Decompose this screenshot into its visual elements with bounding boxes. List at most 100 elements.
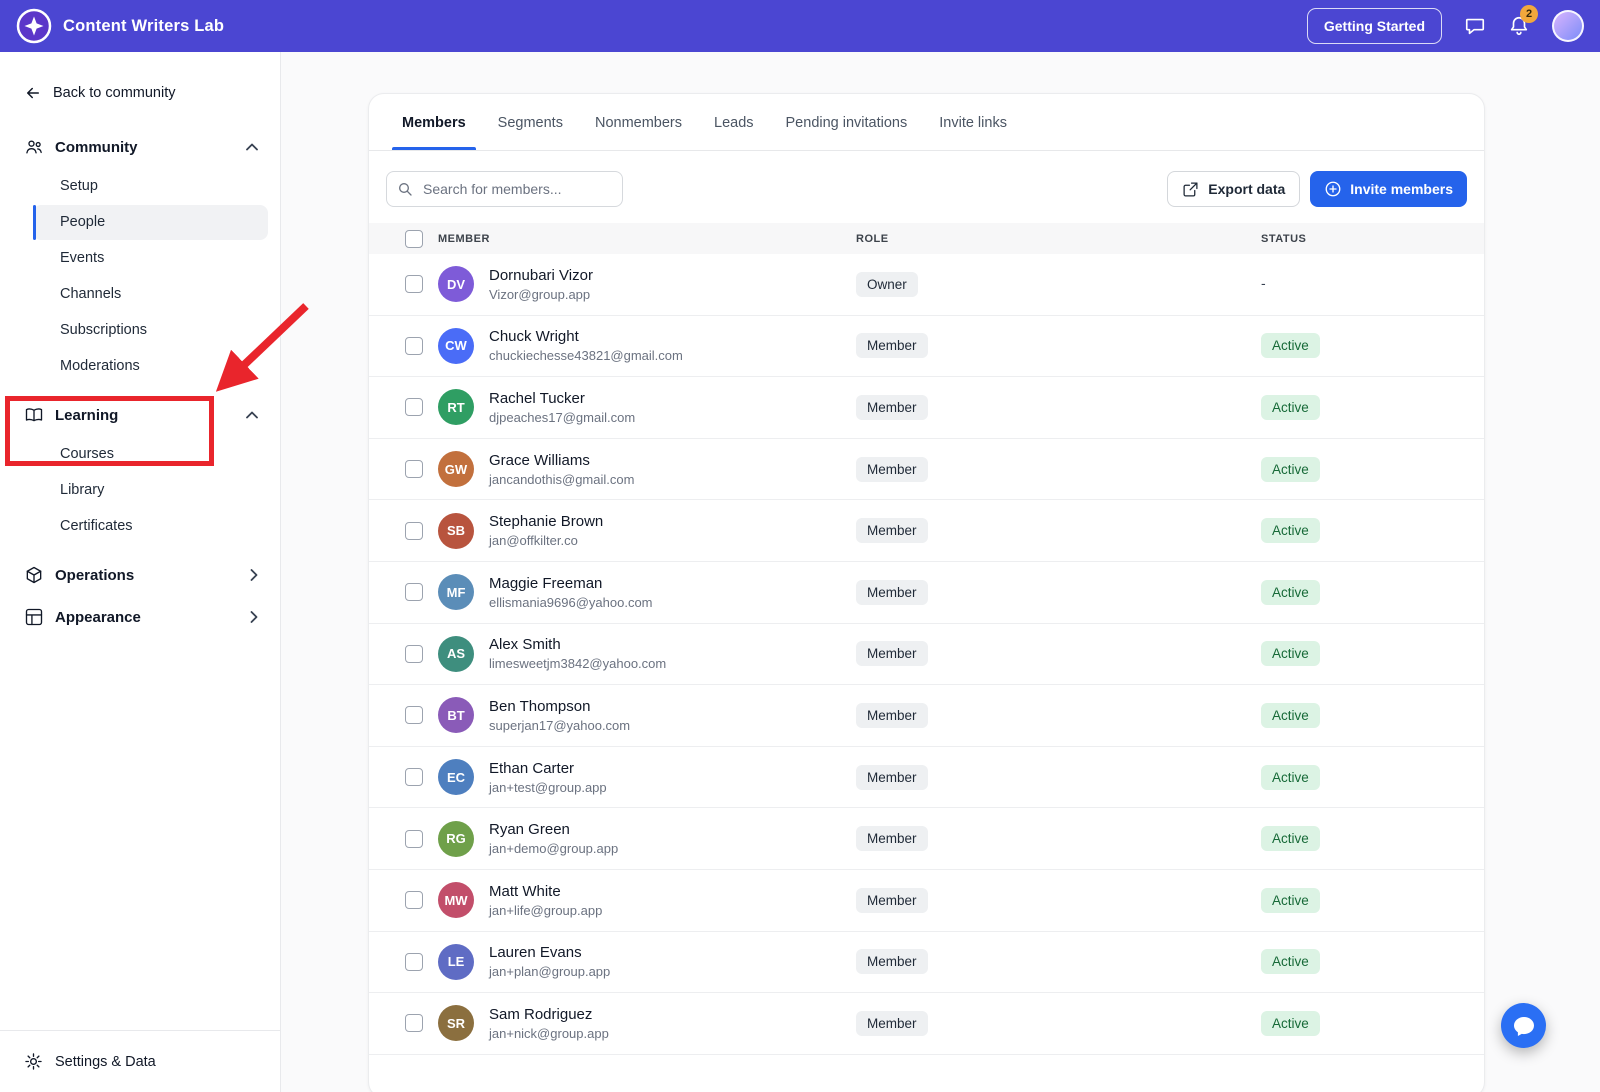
- tab-segments[interactable]: Segments: [482, 94, 579, 150]
- table-row: LELauren Evansjan+plan@group.appMemberAc…: [369, 932, 1484, 994]
- back-link-label: Back to community: [53, 85, 176, 101]
- member-avatar: RT: [438, 389, 474, 425]
- search-box: [386, 171, 623, 207]
- table-row: RGRyan Greenjan+demo@group.appMemberActi…: [369, 808, 1484, 870]
- sidebar-section-appearance[interactable]: Appearance: [0, 596, 280, 638]
- tab-bar: MembersSegmentsNonmembersLeadsPending in…: [369, 94, 1484, 151]
- member-name: Chuck Wright: [489, 328, 683, 345]
- table-row: RTRachel Tuckerdjpeaches17@gmail.comMemb…: [369, 377, 1484, 439]
- settings-and-data[interactable]: Settings & Data: [0, 1030, 280, 1092]
- sidebar-item-setup[interactable]: Setup: [33, 169, 268, 204]
- top-bar: Content Writers Lab Getting Started 2: [0, 0, 1600, 52]
- table-row: MF Maggie Freeman ellismania9696@yahoo.com…: [369, 562, 1484, 624]
- table-row: CWChuck Wrightchuckiechesse43821@gmail.c…: [369, 316, 1484, 378]
- row-checkbox[interactable]: [405, 522, 423, 540]
- row-checkbox[interactable]: [405, 768, 423, 786]
- member-email: jan+life@group.app: [489, 903, 602, 918]
- back-arrow-icon: [24, 84, 42, 102]
- sidebar-item-library[interactable]: Library: [33, 473, 268, 508]
- tab-nonmembers[interactable]: Nonmembers: [579, 94, 698, 150]
- member-email: jan+plan@group.app: [489, 964, 610, 979]
- table-row: MWMatt Whitejan+life@group.appMemberActi…: [369, 870, 1484, 932]
- chat-icon[interactable]: [1464, 15, 1486, 37]
- notifications-bell-icon[interactable]: 2: [1508, 15, 1530, 37]
- member-email: ellismania9696@yahoo.com: [489, 595, 653, 610]
- member-email: Vizor@group.app: [489, 287, 593, 302]
- role-badge: Member: [856, 518, 928, 543]
- sidebar-section-operations[interactable]: Operations: [0, 554, 280, 596]
- member-email: superjan17@yahoo.com: [489, 718, 630, 733]
- invite-label: Invite members: [1350, 181, 1453, 197]
- sidebar-item-people[interactable]: People: [33, 205, 268, 240]
- brand: Content Writers Lab: [16, 8, 224, 44]
- table-row: SBStephanie Brownjan@offkilter.coMemberA…: [369, 500, 1484, 562]
- sidebar-item-channels[interactable]: Channels: [33, 277, 268, 312]
- search-input[interactable]: [386, 171, 623, 207]
- role-badge: Member: [856, 1011, 928, 1036]
- member-name: Ryan Green: [489, 821, 618, 838]
- community-icon: [24, 137, 44, 157]
- table-row: BTBen Thompsonsuperjan17@yahoo.comMember…: [369, 685, 1484, 747]
- member-name: Stephanie Brown: [489, 513, 603, 530]
- notification-badge: 2: [1520, 5, 1538, 23]
- community-label: Community: [55, 139, 138, 156]
- row-checkbox[interactable]: [405, 275, 423, 293]
- row-checkbox[interactable]: [405, 460, 423, 478]
- app-logo-icon: [16, 8, 52, 44]
- app-title: Content Writers Lab: [63, 17, 224, 36]
- status-badge: Active: [1261, 703, 1320, 728]
- status-badge: Active: [1261, 765, 1320, 790]
- sidebar-item-courses[interactable]: Courses: [33, 437, 268, 472]
- appearance-icon: [24, 607, 44, 627]
- status-badge: Active: [1261, 888, 1320, 913]
- tab-members[interactable]: Members: [386, 94, 482, 150]
- status-badge: Active: [1261, 518, 1320, 543]
- chat-launcher-button[interactable]: [1501, 1003, 1546, 1048]
- role-badge: Member: [856, 395, 928, 420]
- row-checkbox[interactable]: [405, 583, 423, 601]
- sidebar-item-certificates[interactable]: Certificates: [33, 509, 268, 544]
- member-name: Maggie Freeman: [489, 575, 653, 592]
- row-checkbox[interactable]: [405, 1014, 423, 1032]
- export-icon: [1182, 181, 1199, 198]
- row-checkbox[interactable]: [405, 706, 423, 724]
- role-badge: Member: [856, 703, 928, 728]
- row-checkbox[interactable]: [405, 337, 423, 355]
- sidebar-section-learning[interactable]: Learning: [0, 394, 280, 436]
- getting-started-button[interactable]: Getting Started: [1307, 8, 1442, 44]
- member-avatar: EC: [438, 759, 474, 795]
- role-badge: Member: [856, 949, 928, 974]
- member-name: Ben Thompson: [489, 698, 630, 715]
- member-name: Ethan Carter: [489, 760, 607, 777]
- member-rows: DVDornubari VizorVizor@group.appOwner-CW…: [369, 254, 1484, 1055]
- row-checkbox[interactable]: [405, 953, 423, 971]
- sidebar-item-moderations[interactable]: Moderations: [33, 349, 268, 384]
- chevron-right-icon: [250, 611, 258, 623]
- tab-leads[interactable]: Leads: [698, 94, 770, 150]
- sidebar-section-community[interactable]: Community: [0, 126, 280, 168]
- sidebar-item-events[interactable]: Events: [33, 241, 268, 276]
- chat-bubble-icon: [1512, 1014, 1536, 1038]
- user-avatar[interactable]: [1552, 10, 1584, 42]
- row-checkbox[interactable]: [405, 891, 423, 909]
- column-header-role: ROLE: [856, 233, 1261, 245]
- table-row: DVDornubari VizorVizor@group.appOwner-: [369, 254, 1484, 316]
- select-all-checkbox[interactable]: [405, 230, 423, 248]
- row-checkbox[interactable]: [405, 645, 423, 663]
- invite-members-button[interactable]: Invite members: [1310, 171, 1467, 207]
- member-avatar: AS: [438, 636, 474, 672]
- member-email: djpeaches17@gmail.com: [489, 410, 635, 425]
- member-avatar: MF: [438, 574, 474, 610]
- row-checkbox[interactable]: [405, 830, 423, 848]
- role-badge: Member: [856, 641, 928, 666]
- table-header: MEMBER ROLE STATUS: [369, 223, 1484, 254]
- tab-pending-invitations[interactable]: Pending invitations: [770, 94, 924, 150]
- sidebar-item-subscriptions[interactable]: Subscriptions: [33, 313, 268, 348]
- member-avatar: GW: [438, 451, 474, 487]
- row-checkbox[interactable]: [405, 398, 423, 416]
- appearance-label: Appearance: [55, 609, 141, 626]
- back-to-community-link[interactable]: Back to community: [0, 52, 280, 126]
- export-data-button[interactable]: Export data: [1167, 171, 1300, 207]
- table-row: GWGrace Williamsjancandothis@gmail.comMe…: [369, 439, 1484, 501]
- tab-invite-links[interactable]: Invite links: [923, 94, 1023, 150]
